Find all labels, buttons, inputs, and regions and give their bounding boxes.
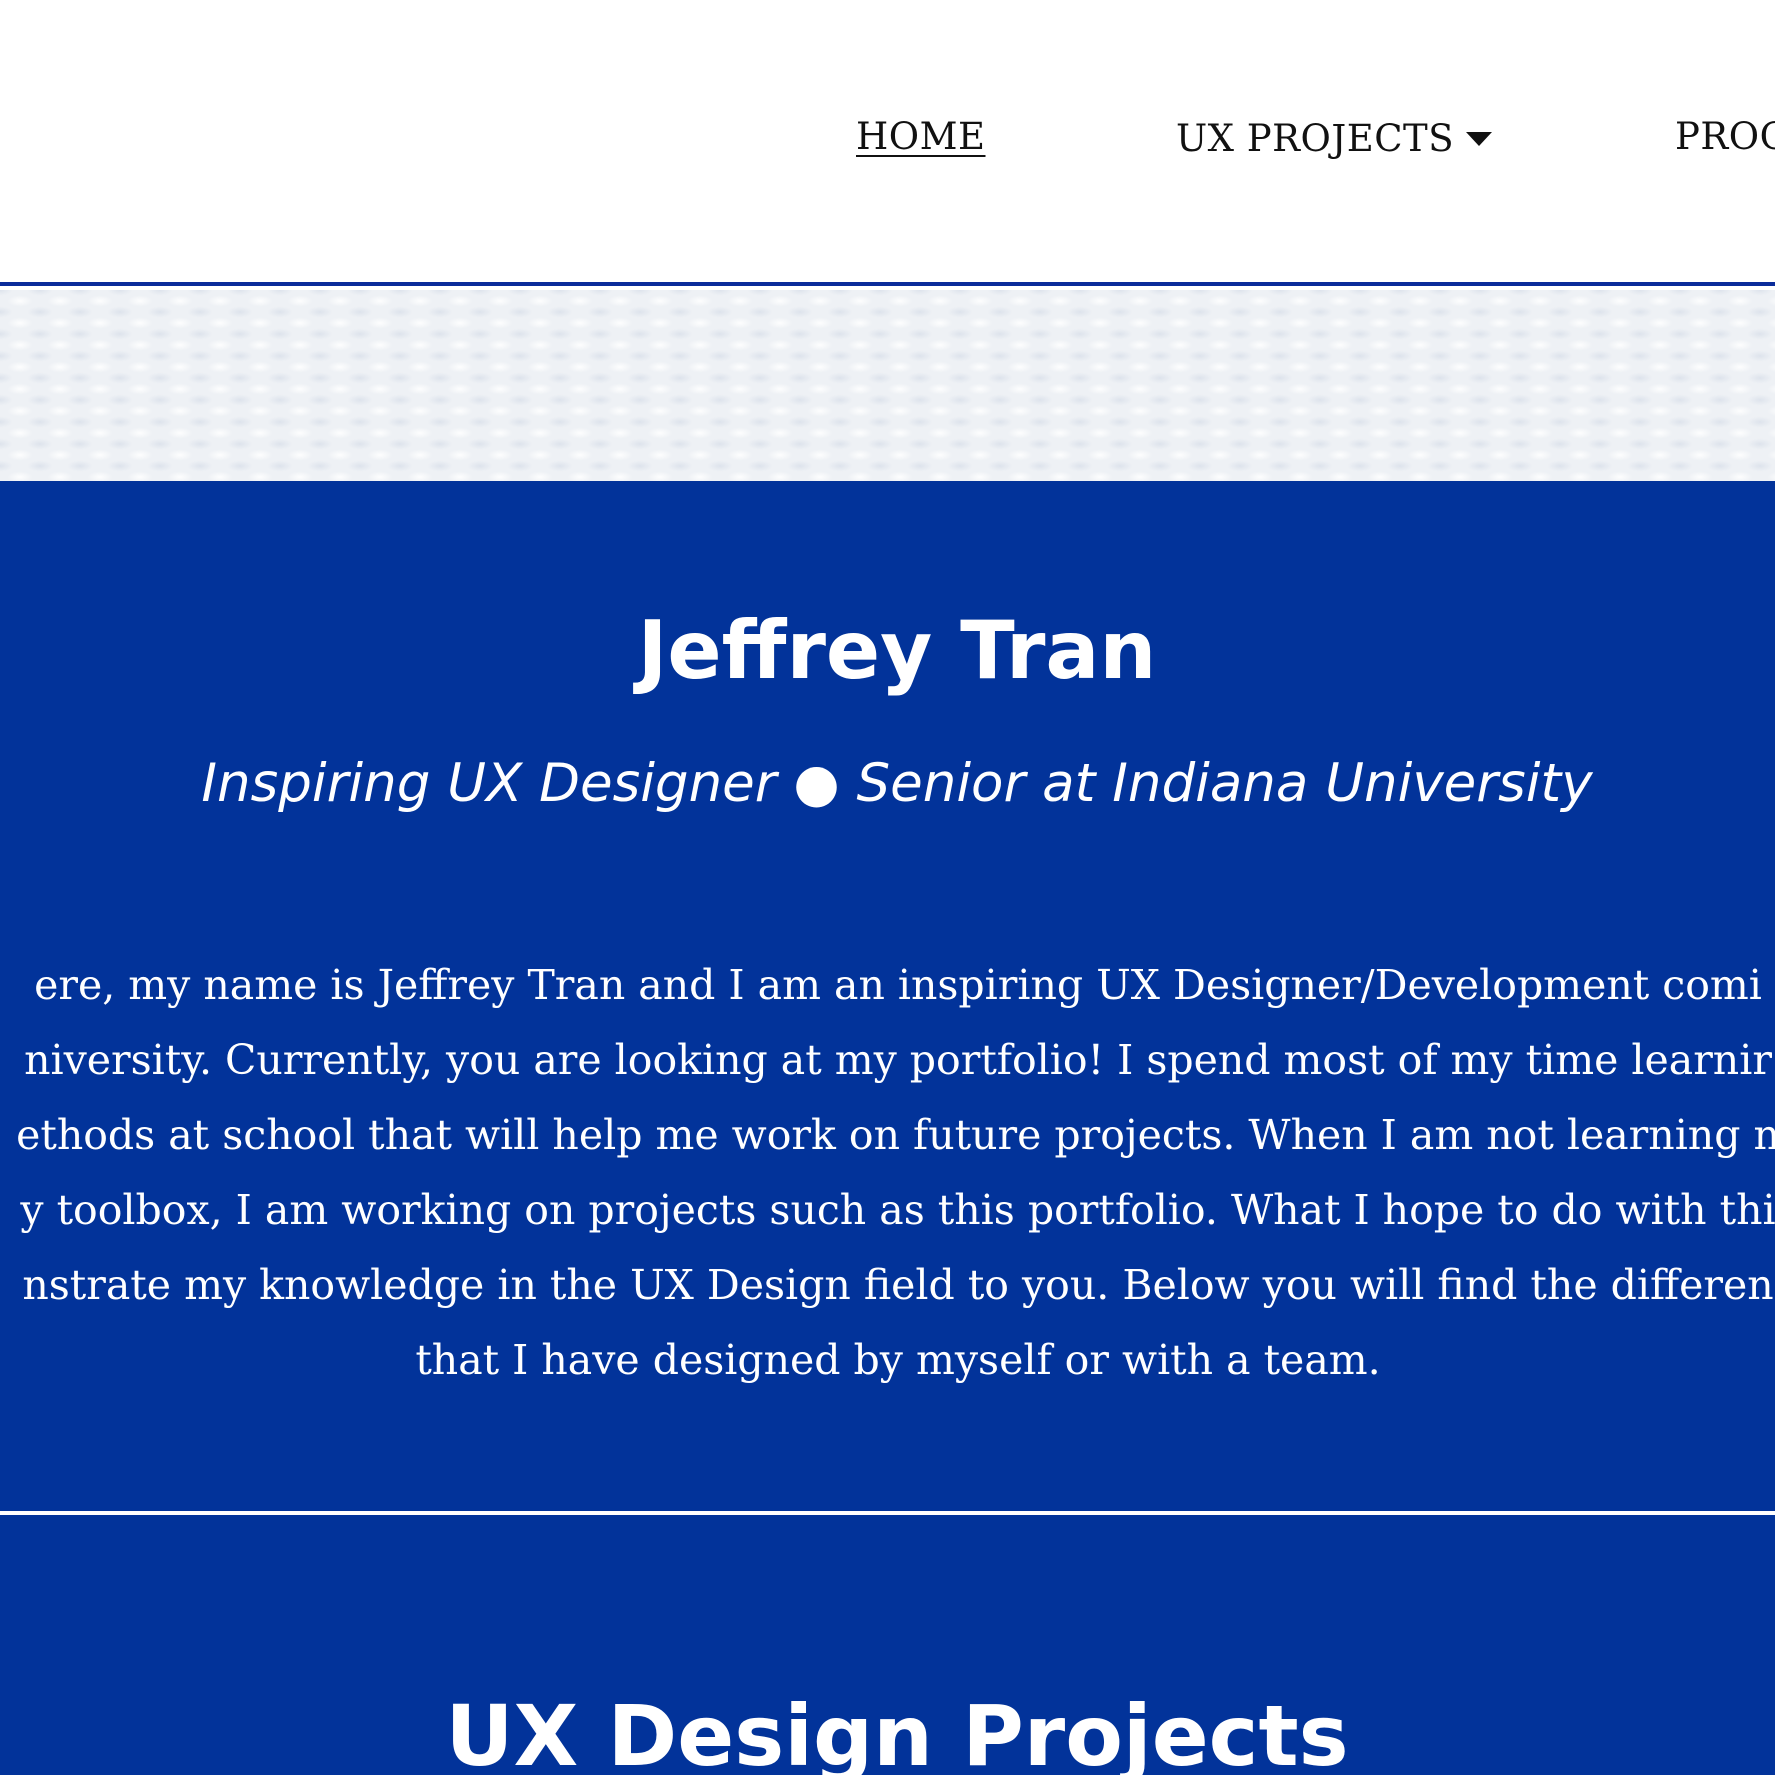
nav-programming-link[interactable]: PROG [1675,112,1775,162]
caret-down-icon [1466,131,1493,146]
bio-line: ere, my name is Jeffrey Tran and I am an… [34,961,1762,1009]
hero-tagline: Inspiring UX Designer ● Senior at Indian… [201,753,1593,814]
nav-ux-projects-dropdown[interactable]: UX PROJECTS [1176,114,1493,164]
header-texture-band [0,290,1775,481]
hero-name: Jeffrey Tran [637,604,1157,697]
hero-bio: ere, my name is Jeffrey Tran and I am an… [0,948,1775,1398]
bio-line: ethods at school that will help me work … [16,1111,1775,1159]
bio-line: that I have designed by myself or with a… [415,1336,1381,1384]
nav-ux-projects-label: UX PROJECTS [1176,117,1455,160]
section-divider [0,1511,1775,1515]
top-navbar: HOME UX PROJECTS PROG [0,0,1775,286]
bio-line: niversity. Currently, you are looking at… [24,1036,1772,1084]
bio-line: y toolbox, I am working on projects such… [20,1186,1775,1234]
bio-line: nstrate my knowledge in the UX Design fi… [22,1261,1774,1309]
hero-section: Jeffrey Tran Inspiring UX Designer ● Sen… [0,481,1775,1785]
nav-home-link[interactable]: HOME [856,112,986,162]
